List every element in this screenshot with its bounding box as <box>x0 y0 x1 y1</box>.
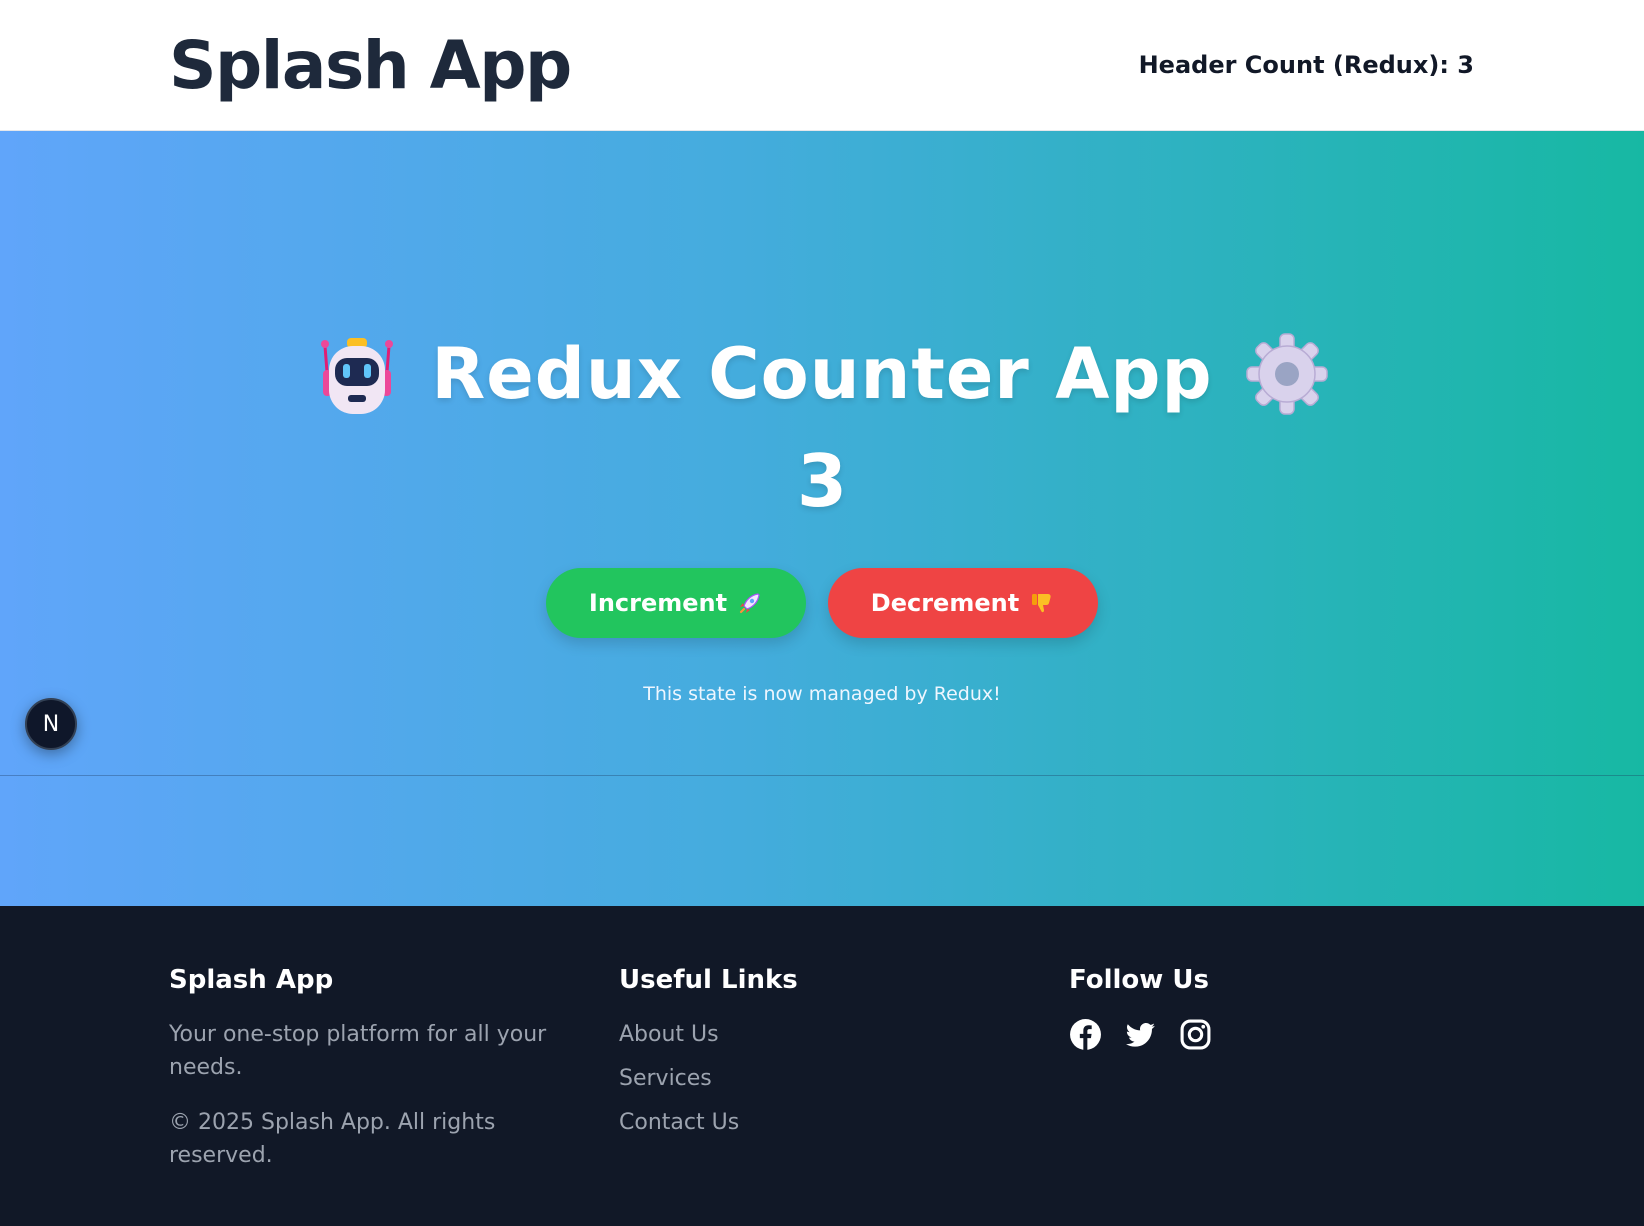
footer-brand: Splash App <box>169 965 334 995</box>
instagram-icon[interactable] <box>1179 1018 1212 1051</box>
dev-tools-badge[interactable]: N <box>25 698 77 750</box>
footer-follow-heading: Follow Us <box>1069 965 1209 995</box>
increment-button[interactable]: Increment <box>546 568 806 638</box>
social-icons <box>1069 1018 1429 1051</box>
dev-badge-letter: N <box>42 711 60 737</box>
facebook-icon[interactable] <box>1069 1018 1102 1051</box>
decrement-label: Decrement <box>870 589 1020 617</box>
counter-buttons: Increment Decrement <box>0 568 1644 638</box>
thumbs-down-icon <box>1032 594 1051 613</box>
footer-link-services[interactable]: Services <box>619 1062 979 1095</box>
footer-links-heading: Useful Links <box>619 965 798 995</box>
decrement-button[interactable]: Decrement <box>828 568 1098 638</box>
rocket-icon <box>739 593 760 614</box>
title-row: Redux Counter App <box>0 314 1644 434</box>
site-header: Splash App Header Count (Redux): 3 <box>0 0 1644 131</box>
footer-link-contact[interactable]: Contact Us <box>619 1106 979 1139</box>
footer-link-about[interactable]: About Us <box>619 1018 979 1051</box>
footer-social: Follow Us <box>1069 962 1429 1051</box>
header-count: Header Count (Redux): 3 <box>1138 51 1474 79</box>
page-title: Redux Counter App <box>431 333 1213 415</box>
robot-icon <box>321 338 394 414</box>
brand-logo[interactable]: Splash App <box>169 28 572 104</box>
footer-links: Useful Links About Us Services Contact U… <box>619 962 979 1139</box>
redux-note: This state is now managed by Redux! <box>643 683 1001 705</box>
section-divider <box>0 775 1644 776</box>
hero-section: Redux Counter App 3 Increment Decrement … <box>0 131 1644 906</box>
twitter-icon[interactable] <box>1124 1018 1157 1051</box>
footer-copyright: © 2025 Splash App. All rights reserved. <box>169 1110 496 1168</box>
counter-value: 3 <box>796 439 848 523</box>
footer-about: Splash App Your one-stop platform for al… <box>169 962 569 1172</box>
site-footer: Splash App Your one-stop platform for al… <box>0 906 1644 1226</box>
gear-icon <box>1245 333 1328 415</box>
footer-tagline: Your one-stop platform for all your need… <box>169 1022 547 1080</box>
increment-label: Increment <box>588 589 728 617</box>
